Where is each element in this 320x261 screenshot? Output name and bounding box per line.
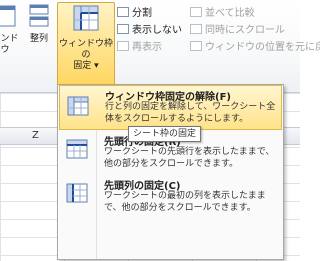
freeze-panes-icon: [58, 3, 114, 37]
view-side-by-side-label: 並べて比較: [205, 8, 255, 19]
hide-label: 表示しない: [132, 25, 182, 36]
side-by-side-icon: [190, 6, 202, 17]
menu-item-freeze-first-column[interactable]: 先頭列の固定(C) ワークシートの最初の列を表示したままで、他の部分をスクロール…: [59, 175, 282, 219]
new-window-label-line2: ウ: [0, 45, 10, 55]
chevron-down-icon: ▾: [94, 61, 99, 71]
arrange-all-button[interactable]: 整列: [24, 2, 54, 45]
freeze-top-row-description: ワークシートの先頭行を表示したままで、他の部分をスクロールできます。: [104, 147, 275, 169]
reset-position-icon: [190, 40, 202, 51]
unhide-window-icon: [117, 40, 129, 51]
freeze-panes-label-line1: ウィンドウ枠の: [58, 39, 113, 60]
new-window-button[interactable]: ィンド ウ: [0, 2, 20, 56]
split-label: 分割: [132, 8, 152, 19]
unhide-label: 再表示: [132, 42, 162, 53]
hide-window-icon: [117, 23, 129, 34]
split-button[interactable]: 分割: [117, 3, 182, 20]
hide-button[interactable]: 表示しない: [117, 20, 182, 37]
freeze-top-row-icon: [66, 139, 88, 159]
freeze-first-column-icon: [66, 183, 88, 203]
window-icon: [0, 2, 20, 32]
ribbon-view-tab: ィンド ウ 整列 ウィンドウ枠の 固定 ▾ 分割 表示しない 再表示: [0, 0, 320, 93]
arrange-windows-icon: [24, 2, 54, 32]
view-side-by-side-button[interactable]: 並べて比較: [190, 3, 320, 20]
freeze-first-column-description: ワークシートの最初の列を表示したままで、他の部分をスクロールできます。: [104, 191, 266, 213]
freeze-panes-label-line2: 固定 ▾: [58, 61, 114, 72]
unfreeze-panes-description: 行と列の固定を解除して、ワークシート全体をスクロールするようにします。: [105, 102, 276, 124]
arrange-all-label: 整列: [29, 34, 48, 44]
synchronous-scrolling-button[interactable]: 同時にスクロール: [190, 20, 320, 37]
freeze-panes-button[interactable]: ウィンドウ枠の 固定 ▾: [57, 2, 115, 88]
freeze-panes-label-text: 固定: [73, 61, 92, 71]
column-header-z[interactable]: Z: [32, 130, 39, 141]
new-window-label-line1: ィンド: [0, 34, 19, 44]
compare-small-commands: 並べて比較 同時にスクロール ウィンドウの位置を元に戻: [190, 3, 320, 54]
freeze-panes-tooltip: シート枠の固定: [128, 126, 202, 142]
sync-scroll-icon: [190, 23, 202, 34]
reset-window-position-label: ウィンドウの位置を元に戻: [205, 42, 320, 53]
freeze-panes-menu: ウィンドウ枠固定の解除(F) 行と列の固定を解除して、ワークシート全体をスクロー…: [57, 84, 284, 260]
menu-item-unfreeze-panes[interactable]: ウィンドウ枠固定の解除(F) 行と列の固定を解除して、ワークシート全体をスクロー…: [59, 85, 282, 130]
synchronous-scrolling-label: 同時にスクロール: [205, 25, 285, 36]
split-icon: [117, 6, 129, 17]
window-small-commands: 分割 表示しない 再表示: [117, 3, 182, 54]
reset-window-position-button[interactable]: ウィンドウの位置を元に戻: [190, 37, 320, 54]
unhide-button[interactable]: 再表示: [117, 37, 182, 54]
unfreeze-panes-icon: [67, 96, 89, 116]
